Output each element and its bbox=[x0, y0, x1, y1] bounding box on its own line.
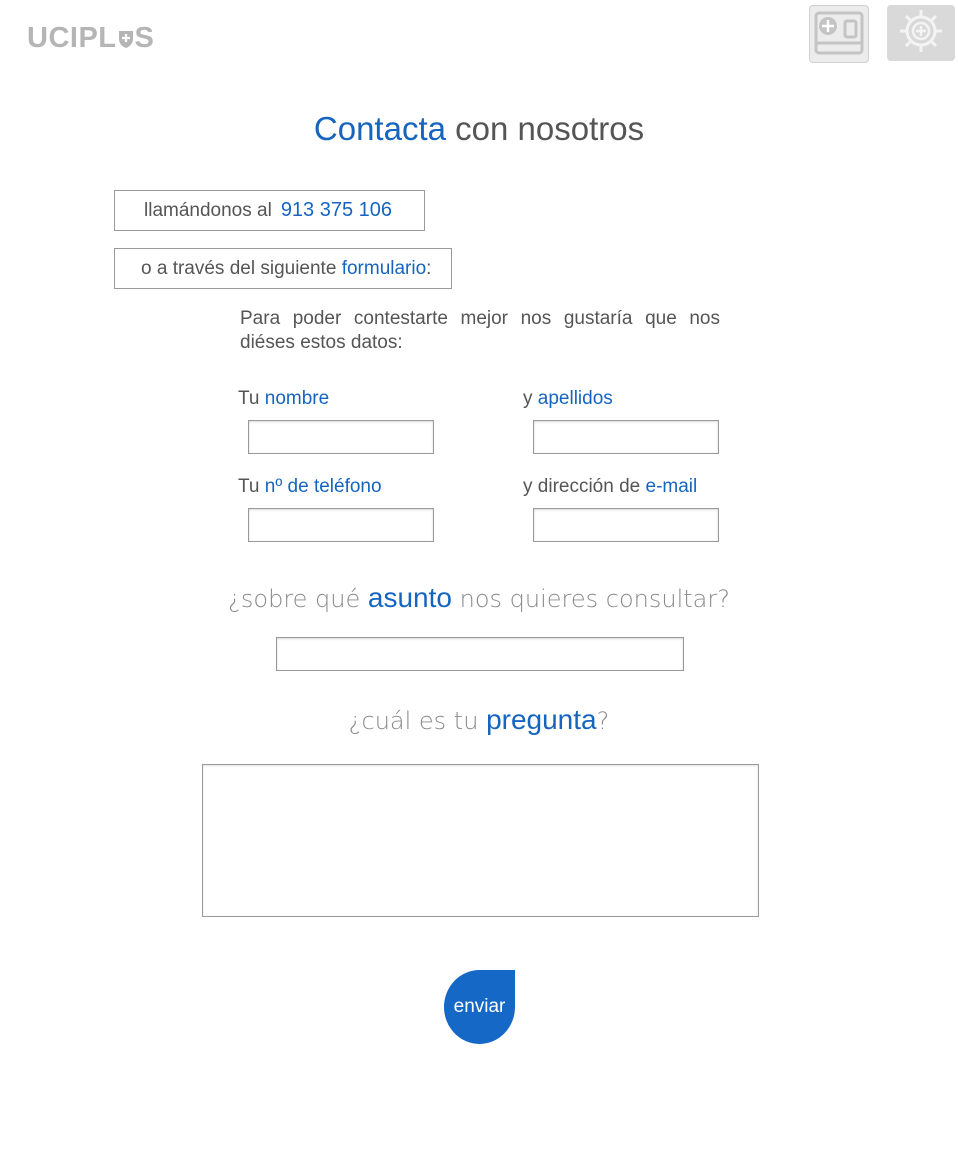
gear-plus-icon bbox=[894, 6, 948, 61]
form-intro-highlight: formulario bbox=[341, 257, 427, 279]
name-label-prefix: Tu bbox=[238, 388, 265, 409]
subject-label-highlight: asunto bbox=[367, 582, 452, 613]
surname-label-highlight: apellidos bbox=[537, 388, 613, 409]
phone-contact-label: llamándonos al bbox=[144, 199, 272, 221]
send-button[interactable]: enviar bbox=[444, 970, 515, 1044]
question-label-suffix: ? bbox=[596, 707, 610, 735]
phone-label-highlight: nº de teléfono bbox=[264, 476, 382, 497]
email-label-prefix: y dirección de bbox=[523, 476, 646, 497]
phone-number[interactable]: 913 375 106 bbox=[281, 199, 392, 222]
logo-text-suffix: S bbox=[134, 21, 155, 54]
logo-text-prefix: UCIPL bbox=[27, 21, 117, 54]
email-label: y dirección de e-mail bbox=[523, 476, 697, 498]
surname-label: y apellidos bbox=[523, 388, 613, 410]
form-intro-prefix: o a través del siguiente bbox=[141, 257, 342, 279]
logo: UCIPL S bbox=[27, 22, 154, 54]
subject-label: ¿sobre qué asunto nos quieres consultar? bbox=[0, 582, 958, 614]
surname-label-prefix: y bbox=[523, 388, 538, 409]
subject-label-suffix: nos quieres consultar? bbox=[451, 585, 730, 613]
phone-input[interactable] bbox=[248, 508, 434, 542]
page-title-rest: con nosotros bbox=[445, 110, 645, 147]
phone-label: Tu nº de teléfono bbox=[238, 476, 382, 498]
intro-text: Para poder contestarte mejor nos gustarí… bbox=[240, 308, 720, 353]
page-title-highlight: Contacta bbox=[313, 110, 446, 147]
subject-label-prefix: ¿sobre qué bbox=[228, 585, 368, 613]
phone-label-prefix: Tu bbox=[238, 476, 265, 497]
question-label: ¿cuál es tu pregunta? bbox=[0, 704, 958, 736]
tablet-add-button[interactable] bbox=[809, 5, 869, 63]
email-input[interactable] bbox=[533, 508, 719, 542]
form-intro-box: o a través del siguiente formulario: bbox=[114, 248, 452, 289]
phone-contact-box: llamándonos al 913 375 106 bbox=[114, 190, 425, 231]
name-label: Tu nombre bbox=[238, 388, 329, 410]
page-title: Contacta con nosotros bbox=[0, 110, 958, 148]
name-input[interactable] bbox=[248, 420, 434, 454]
question-label-prefix: ¿cuál es tu bbox=[348, 707, 487, 735]
settings-add-button[interactable] bbox=[887, 5, 955, 61]
form-intro-suffix: : bbox=[426, 257, 432, 279]
surname-input[interactable] bbox=[533, 420, 719, 454]
tablet-plus-icon bbox=[813, 7, 865, 62]
name-label-highlight: nombre bbox=[264, 388, 330, 409]
question-textarea[interactable] bbox=[202, 764, 759, 917]
shield-icon bbox=[118, 24, 134, 48]
subject-input[interactable] bbox=[276, 637, 684, 671]
question-label-highlight: pregunta bbox=[486, 704, 597, 735]
email-label-highlight: e-mail bbox=[645, 476, 698, 497]
